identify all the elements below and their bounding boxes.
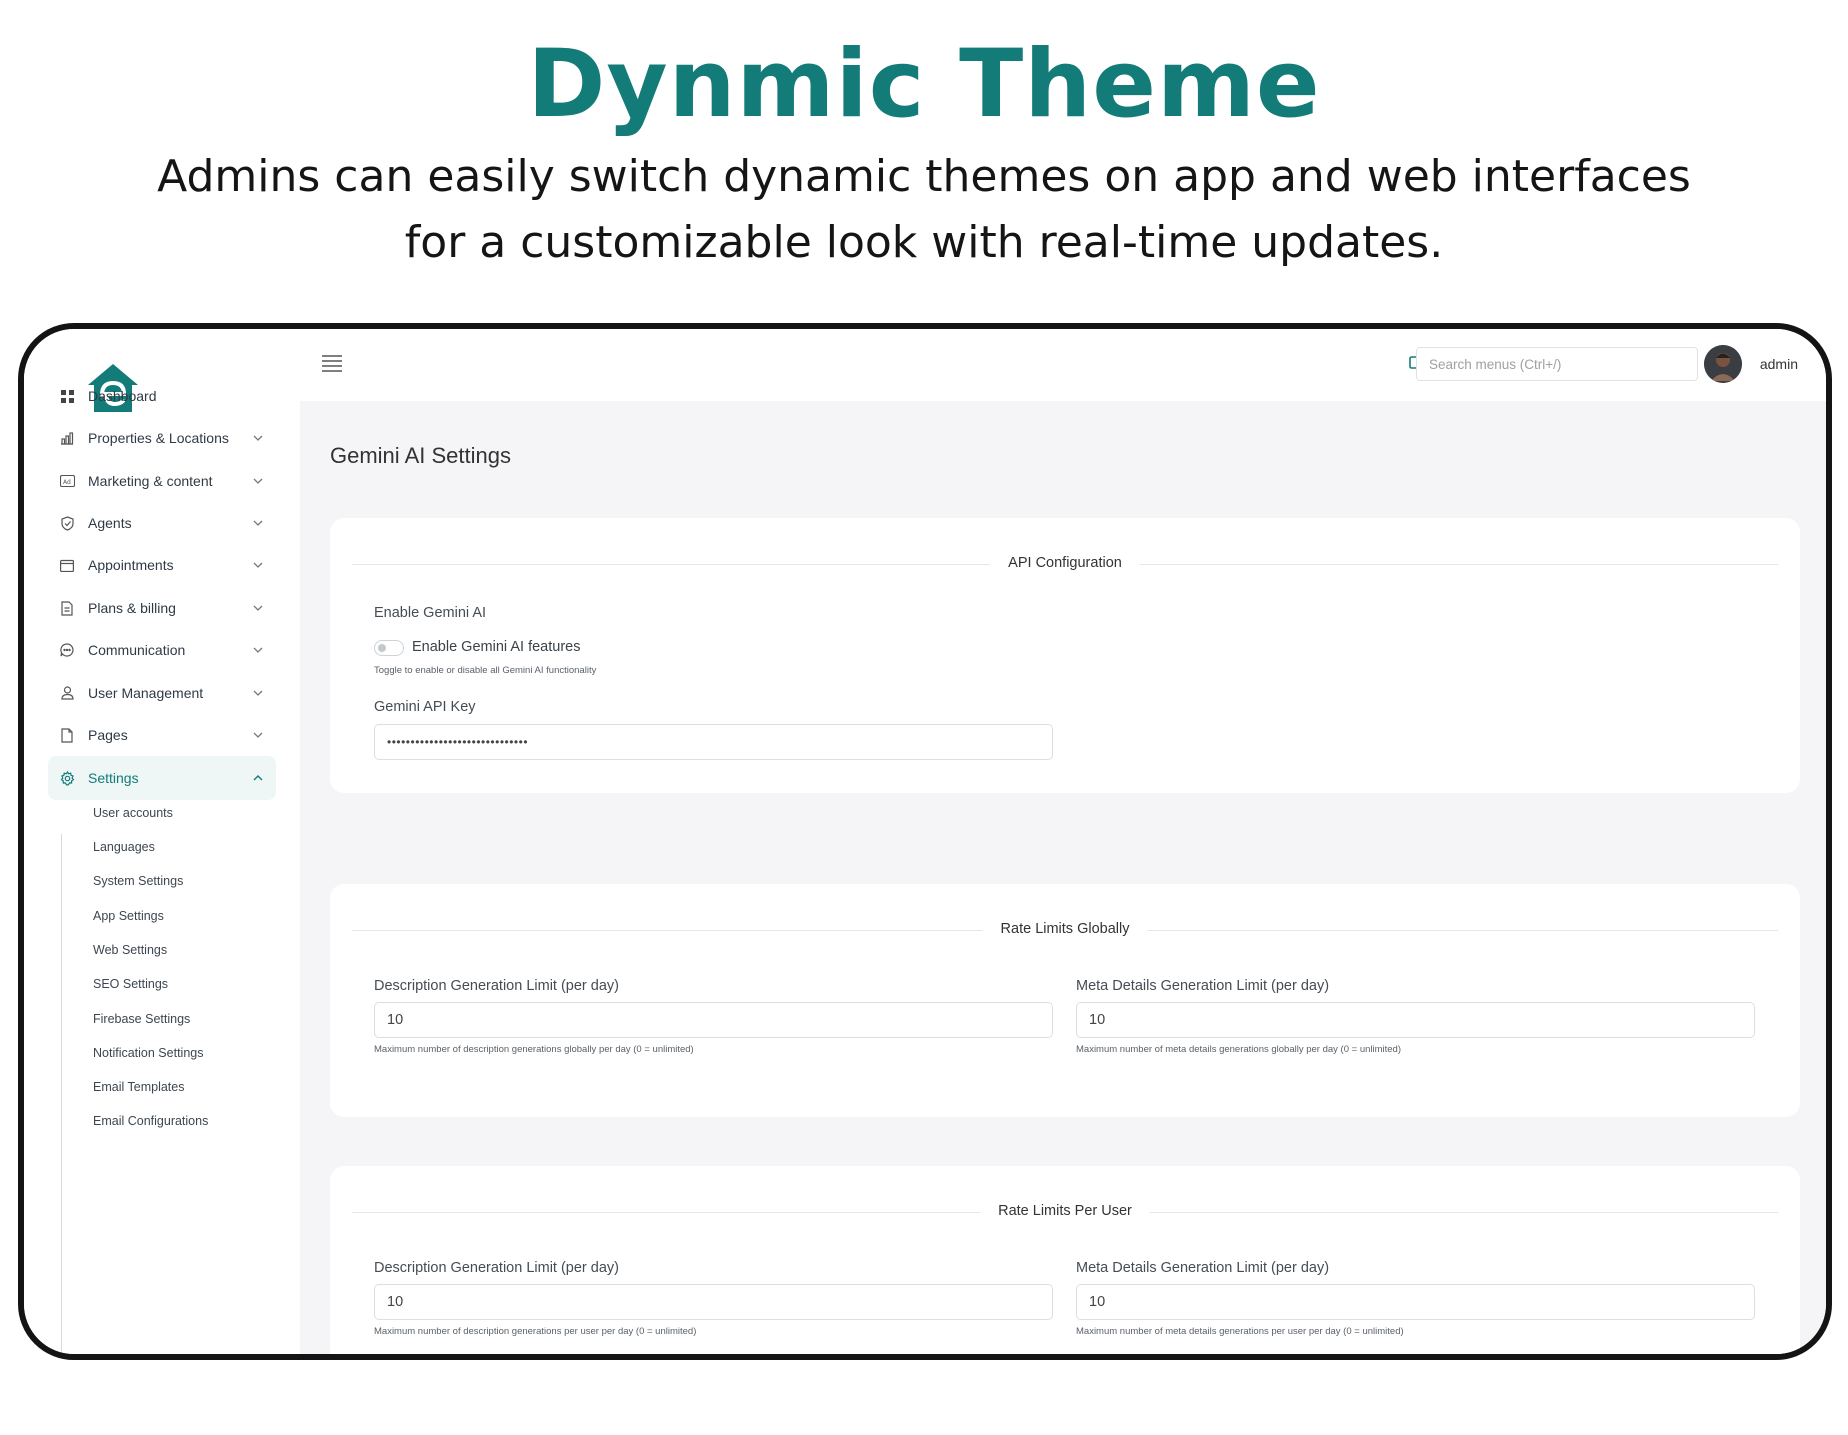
ad-icon: Ad xyxy=(58,472,76,490)
global-description-limit-help: Maximum number of description generation… xyxy=(374,1044,694,1055)
sidebar-item-label: User Management xyxy=(88,685,204,701)
input-value: 10 xyxy=(1089,1012,1106,1028)
sidebar-item-marketing-content[interactable]: Ad Marketing & content xyxy=(48,459,276,503)
sidebar-item-agents[interactable]: Agents xyxy=(48,501,276,545)
enable-gemini-label: Enable Gemini AI xyxy=(374,605,487,621)
submenu-item-app-settings[interactable]: App Settings xyxy=(93,909,164,923)
submenu-rail xyxy=(61,834,62,1354)
input-value: 10 xyxy=(387,1012,404,1028)
enable-gemini-toggle[interactable] xyxy=(374,640,404,656)
sidebar-item-label: Dashboard xyxy=(88,388,157,404)
calendar-icon xyxy=(58,556,76,574)
username[interactable]: admin xyxy=(1760,356,1798,372)
user-icon xyxy=(58,684,76,702)
toggle-help-text: Toggle to enable or disable all Gemini A… xyxy=(374,665,597,676)
sidebar-item-label: Appointments xyxy=(88,557,174,573)
device-frame: Dashboard Properties & Locations Ad Mark… xyxy=(18,323,1832,1360)
sidebar-item-user-management[interactable]: User Management xyxy=(48,671,276,715)
toggle-knob xyxy=(378,644,386,652)
chevron-up-icon xyxy=(250,770,266,786)
section-heading: Rate Limits Globally xyxy=(352,921,1778,941)
input-value: 10 xyxy=(387,1294,404,1310)
sidebar-item-label: Plans & billing xyxy=(88,600,176,616)
submenu-item-web-settings[interactable]: Web Settings xyxy=(93,943,167,957)
search-input[interactable] xyxy=(1416,347,1698,381)
global-meta-limit-help: Maximum number of meta details generatio… xyxy=(1076,1044,1402,1055)
api-key-masked-value: •••••••••••••••••••••••••••••• xyxy=(387,735,529,749)
grid-icon xyxy=(58,387,76,405)
user-description-limit-help: Maximum number of description generation… xyxy=(374,1326,697,1337)
user-description-limit-label: Description Generation Limit (per day) xyxy=(374,1260,619,1276)
user-meta-limit-label: Meta Details Generation Limit (per day) xyxy=(1076,1260,1330,1276)
submenu-item-seo-settings[interactable]: SEO Settings xyxy=(93,977,168,991)
submenu-item-languages[interactable]: Languages xyxy=(93,840,155,854)
sidebar-item-label: Settings xyxy=(88,770,139,786)
submenu-item-user-accounts[interactable]: User accounts xyxy=(93,806,173,820)
global-description-limit-label: Description Generation Limit (per day) xyxy=(374,978,619,994)
hamburger-menu-icon[interactable] xyxy=(321,354,343,372)
input-value: 10 xyxy=(1089,1294,1106,1310)
gemini-api-key-label: Gemini API Key xyxy=(374,699,476,715)
document-icon xyxy=(58,599,76,617)
section-heading: Rate Limits Per User xyxy=(352,1203,1778,1223)
sidebar: Dashboard Properties & Locations Ad Mark… xyxy=(24,329,300,1354)
global-meta-limit-label: Meta Details Generation Limit (per day) xyxy=(1076,978,1330,994)
submenu-item-notification-settings[interactable]: Notification Settings xyxy=(93,1046,203,1060)
sidebar-item-label: Marketing & content xyxy=(88,473,213,489)
chevron-down-icon xyxy=(250,642,266,658)
sidebar-item-settings[interactable]: Settings xyxy=(48,756,276,800)
sidebar-item-pages[interactable]: Pages xyxy=(48,713,276,757)
avatar[interactable] xyxy=(1704,345,1742,383)
sidebar-item-properties-locations[interactable]: Properties & Locations xyxy=(48,416,276,460)
hero-subtitle: Admins can easily switch dynamic themes … xyxy=(0,144,1848,276)
sidebar-item-communication[interactable]: Communication xyxy=(48,628,276,672)
section-heading-text: Rate Limits Globally xyxy=(982,921,1148,937)
user-meta-limit-input[interactable]: 10 xyxy=(1076,1284,1755,1320)
hero-subtitle-line-1: Admins can easily switch dynamic themes … xyxy=(157,151,1691,202)
chevron-down-icon xyxy=(250,515,266,531)
global-rate-limits-card: Rate Limits Globally Description Generat… xyxy=(330,884,1800,1117)
sidebar-item-dashboard[interactable]: Dashboard xyxy=(48,374,276,418)
chat-icon xyxy=(58,641,76,659)
api-configuration-card: API Configuration Enable Gemini AI Enabl… xyxy=(330,518,1800,793)
building-chart-icon xyxy=(58,429,76,447)
sidebar-item-appointments[interactable]: Appointments xyxy=(48,543,276,587)
hero-title: Dynmic Theme xyxy=(527,30,1321,139)
chevron-down-icon xyxy=(250,600,266,616)
sidebar-item-label: Properties & Locations xyxy=(88,430,229,446)
chevron-down-icon xyxy=(250,557,266,573)
global-description-limit-input[interactable]: 10 xyxy=(374,1002,1053,1038)
enable-gemini-toggle-label[interactable]: Enable Gemini AI features xyxy=(412,639,580,655)
submenu-item-system-settings[interactable]: System Settings xyxy=(93,874,183,888)
sidebar-item-plans-billing[interactable]: Plans & billing xyxy=(48,586,276,630)
svg-text:Ad: Ad xyxy=(63,479,71,486)
main-content: Gemini AI Settings API Configuration Ena… xyxy=(300,401,1826,1354)
sidebar-item-label: Agents xyxy=(88,515,132,531)
chevron-down-icon xyxy=(250,727,266,743)
topbar: admin xyxy=(300,329,1826,401)
chevron-down-icon xyxy=(250,430,266,446)
section-heading-text: Rate Limits Per User xyxy=(980,1203,1150,1219)
page-icon xyxy=(58,726,76,744)
chevron-down-icon xyxy=(250,685,266,701)
submenu-item-email-templates[interactable]: Email Templates xyxy=(93,1080,184,1094)
sidebar-item-label: Communication xyxy=(88,642,186,658)
chevron-down-icon xyxy=(250,473,266,489)
shield-icon xyxy=(58,514,76,532)
global-meta-limit-input[interactable]: 10 xyxy=(1076,1002,1755,1038)
sidebar-item-label: Pages xyxy=(88,727,128,743)
user-description-limit-input[interactable]: 10 xyxy=(374,1284,1053,1320)
hero-subtitle-line-2: for a customizable look with real-time u… xyxy=(404,217,1444,268)
page-title: Gemini AI Settings xyxy=(330,443,511,468)
section-heading: API Configuration xyxy=(352,555,1778,575)
user-meta-limit-help: Maximum number of meta details generatio… xyxy=(1076,1326,1404,1337)
gemini-api-key-input[interactable]: •••••••••••••••••••••••••••••• xyxy=(374,724,1053,760)
section-heading-text: API Configuration xyxy=(990,555,1140,571)
gear-icon xyxy=(58,769,76,787)
submenu-item-email-configurations[interactable]: Email Configurations xyxy=(93,1114,208,1128)
user-rate-limits-card: Rate Limits Per User Description Generat… xyxy=(330,1166,1800,1354)
submenu-item-firebase-settings[interactable]: Firebase Settings xyxy=(93,1012,190,1026)
